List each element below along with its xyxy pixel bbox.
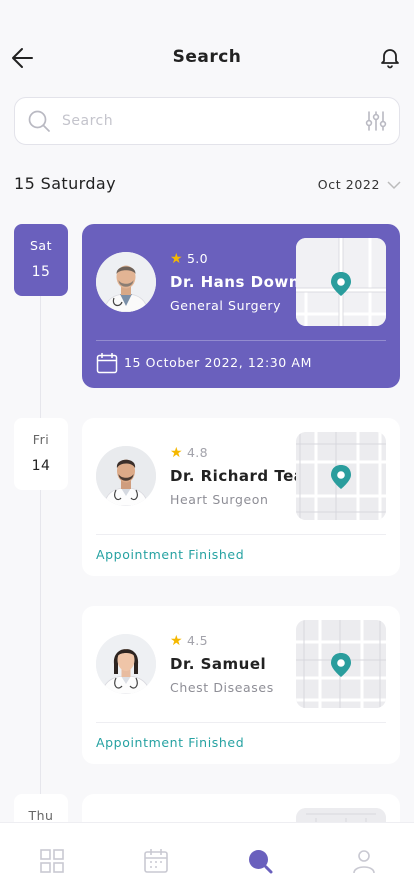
search-bar <box>14 97 400 145</box>
status-text: Appointment Finished <box>96 735 245 750</box>
day-pill-fri[interactable]: Fri 14 <box>14 418 68 490</box>
star-icon: ★ <box>170 633 183 649</box>
doctor-specialty: Heart Surgeon <box>170 492 269 507</box>
page-title: Search <box>172 47 242 67</box>
doctor-name: Dr. Hans Down <box>170 273 300 291</box>
tab-home[interactable] <box>38 847 66 875</box>
doctor-avatar <box>96 446 156 506</box>
card-divider <box>96 534 386 535</box>
profile-icon <box>353 850 375 874</box>
card-divider <box>96 340 386 341</box>
header: Search <box>0 0 414 96</box>
appointment-datetime-text: 15 October 2022, 12:30 AM <box>124 355 312 370</box>
bell-icon[interactable] <box>378 45 402 69</box>
doctor-avatar <box>96 252 156 312</box>
map-thumbnail[interactable] <box>296 432 386 520</box>
search-icon <box>28 110 50 132</box>
card-divider <box>96 722 386 723</box>
rating-value: 4.8 <box>186 445 209 460</box>
grid-icon <box>40 849 64 873</box>
day-weekday: Thu <box>28 808 54 823</box>
month-selector[interactable]: Oct 2022 <box>318 177 380 192</box>
status-text: Appointment Finished <box>96 547 245 562</box>
chevron-down-icon[interactable] <box>386 178 402 192</box>
appointment-card[interactable]: ★ 5.0 Dr. Hans Down General Surgery 15 Oc… <box>82 224 400 388</box>
rating: ★ 4.8 <box>170 445 208 461</box>
appointment-card[interactable]: ★ 4.8 Dr. Richard Tea Heart Surgeon Appoi… <box>82 418 400 576</box>
doctor-avatar <box>96 634 156 694</box>
bottom-tab-bar <box>0 822 414 896</box>
doctor-specialty: Chest Diseases <box>170 680 274 695</box>
doctor-name: Dr. Samuel <box>170 655 267 673</box>
tab-profile[interactable] <box>350 847 378 875</box>
rating: ★ 4.5 <box>170 633 208 649</box>
calendar-icon <box>96 353 118 374</box>
appointment-card[interactable]: ★ 4.5 Dr. Samuel Chest Diseases Appointme… <box>82 606 400 764</box>
rating: ★ 5.0 <box>170 251 208 267</box>
calendar-icon <box>144 849 168 873</box>
day-weekday: Sat <box>30 238 52 253</box>
map-thumbnail[interactable] <box>296 238 386 326</box>
search-input[interactable] <box>62 109 352 133</box>
map-thumbnail[interactable] <box>296 620 386 708</box>
filter-icon[interactable] <box>365 110 387 132</box>
date-header: 15 Saturday Oct 2022 <box>14 172 402 196</box>
doctor-specialty: General Surgery <box>170 298 282 313</box>
rating-value: 5.0 <box>186 251 209 266</box>
day-number: 14 <box>31 458 51 474</box>
day-weekday: Fri <box>32 432 50 447</box>
selected-day-label: 15 Saturday <box>14 174 116 193</box>
star-icon: ★ <box>170 445 183 461</box>
tab-search[interactable] <box>246 847 274 875</box>
day-pill-sat[interactable]: Sat 15 <box>14 224 68 296</box>
timeline-line <box>40 290 41 830</box>
doctor-name: Dr. Richard Tea <box>170 467 305 485</box>
rating-value: 4.5 <box>186 633 209 648</box>
day-number: 15 <box>31 264 51 280</box>
star-icon: ★ <box>170 251 183 267</box>
tab-calendar[interactable] <box>142 847 170 875</box>
search-icon <box>249 850 273 874</box>
